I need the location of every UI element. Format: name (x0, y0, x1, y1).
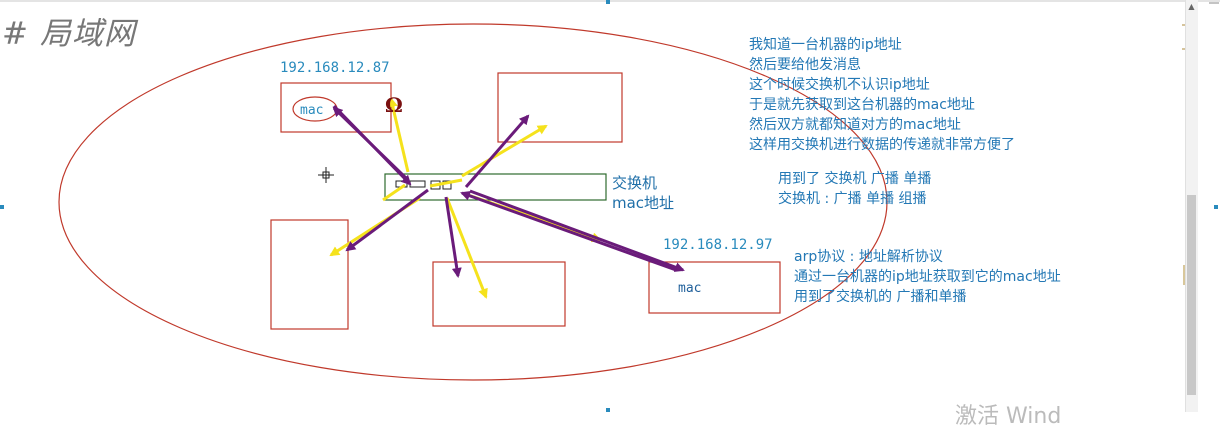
selection-handle-bottom[interactable] (606, 408, 610, 412)
broadcast-purple-down-left (345, 188, 429, 252)
crosshair-cursor-icon (318, 167, 334, 183)
notes-bottom: arp协议 : 地址解析协议 通过一台机器的ip地址获取到它的mac地址 用到了… (794, 247, 1061, 307)
switch-port-2 (409, 180, 426, 188)
notes-mid: 用到了 交换机 广播 单播 交换机 : 广播 单播 组播 (778, 169, 931, 209)
note-line: 用到了 交换机 广播 单播 (778, 171, 932, 187)
host-box-bottom-middle[interactable] (432, 261, 566, 327)
switch-label: 交换机 (612, 174, 658, 192)
note-line: 于是就先获取到这台机器的mac地址 (749, 97, 975, 113)
scroll-up-arrow-icon[interactable]: ▲ (1187, 2, 1196, 12)
note-line: arp协议 : 地址解析协议 (794, 249, 943, 265)
note-line: 用到了交换机的 广播和单播 (794, 289, 967, 305)
host-ip-87: 192.168.12.87 (280, 60, 390, 76)
host-box-bottom-left[interactable] (270, 219, 349, 330)
broadcast-arrow-up-right (461, 124, 548, 178)
notes-top: 我知道一台机器的ip地址 然后要给他发消息 这个时候交换机不认识ip地址 于是就… (749, 35, 1015, 155)
note-line: 这样用交换机进行数据的传递就非常方便了 (749, 137, 1015, 153)
selection-handle-left[interactable] (0, 205, 4, 209)
windows-activation-watermark: 激活 Wind (955, 404, 1062, 429)
selection-handle-top[interactable] (606, 0, 610, 4)
page-title: # 局域网 (2, 16, 136, 52)
host-box-97[interactable] (648, 261, 781, 314)
note-line: 通过一台机器的ip地址获取到它的mac地址 (794, 269, 1061, 285)
broadcast-purple-up-right (464, 114, 530, 188)
host-mac-97: mac (678, 281, 702, 296)
switch-sublabel: mac地址 (612, 194, 675, 212)
note-line: 我知道一台机器的ip地址 (749, 37, 902, 53)
host-mac-87: mac (300, 103, 324, 118)
diagram-svg (0, 0, 1220, 381)
broadcast-stub-left (382, 183, 406, 202)
note-line: 这个时候交换机不认识ip地址 (749, 77, 930, 93)
host-ip-97: 192.168.12.97 (663, 237, 773, 253)
note-line: 然后双方就都知道对方的mac地址 (749, 117, 961, 133)
handwritten-scribble: Ω (385, 93, 403, 117)
host-box-top-right[interactable] (497, 72, 623, 143)
selection-handle-right[interactable] (1214, 205, 1218, 209)
diagram-canvas: # 局域网 192.168.12.87 mac 192.168.12.97 ma… (0, 0, 1220, 429)
note-line: 然后要给他发消息 (749, 57, 861, 73)
note-line: 交换机 : 广播 单播 组播 (778, 191, 927, 207)
scrollbar-thumb[interactable] (1187, 195, 1196, 395)
broadcast-arrows (329, 97, 602, 299)
